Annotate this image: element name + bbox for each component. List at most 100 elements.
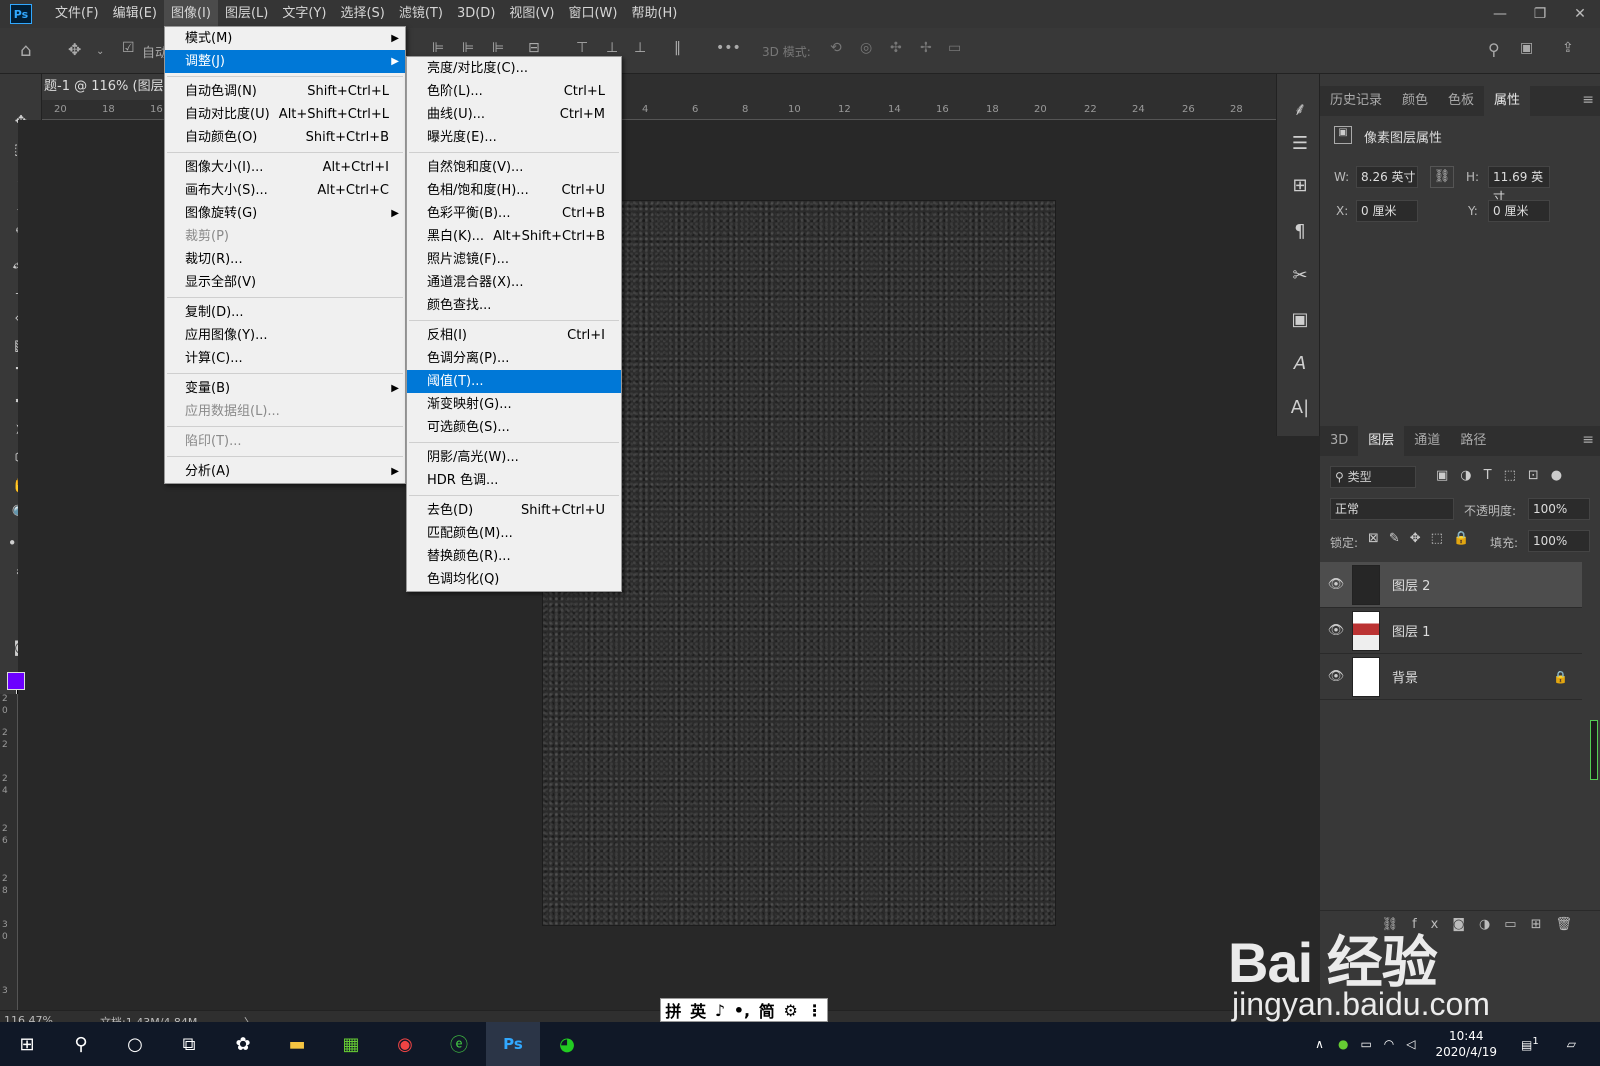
image_menu-item[interactable]: 画布大小(S)... Alt+Ctrl+C [165,179,405,202]
layer-filter-icons[interactable]: ▣◑T⬚⊡● [1436,468,1574,483]
align-top-icon[interactable]: ⊤ [576,40,588,56]
adjust_menu-item[interactable]: 去色(D) Shift+Ctrl+U [407,499,621,522]
search-icon[interactable]: ⚲ [1488,40,1500,59]
image_menu-item[interactable]: 显示全部(V) [165,271,405,294]
adjust_menu-item[interactable]: 色彩平衡(B)... Ctrl+B [407,202,621,225]
3d-camera-icon[interactable]: ▭ [948,40,961,56]
home-icon[interactable]: ⌂ [20,40,31,61]
image_menu-item[interactable]: 计算(C)... [165,347,405,370]
align-middle-icon[interactable]: ⊥ [606,40,618,56]
adjust_menu-item[interactable]: 曲线(U)... Ctrl+M [407,103,621,126]
minimize-button[interactable]: — [1480,0,1520,28]
menu-image[interactable]: 图像(I) [163,0,218,28]
image_menu-item[interactable]: 自动色调(N) Shift+Ctrl+L [165,80,405,103]
layers-footer-icons[interactable]: ⛓fx◙◑▭⊞🗑 [1320,910,1600,940]
volume-icon[interactable]: ◁ [1406,1037,1415,1051]
adjust_menu-item[interactable]: 色相/饱和度(H)... Ctrl+U [407,179,621,202]
distribute-vertical-icon[interactable]: ‖ [674,40,681,56]
3d-pan-icon[interactable]: ✣ [890,40,902,56]
adjust_menu-item[interactable]: 渐变映射(G)... [407,393,621,416]
tray-app-icon[interactable]: ● [1338,1037,1348,1051]
menu-view[interactable]: 视图(V) [502,0,561,28]
foreground-color-swatch[interactable] [7,672,25,690]
y-field[interactable]: 0 厘米 [1488,200,1550,222]
menu-window[interactable]: 窗口(W) [561,0,624,28]
x-field[interactable]: 0 厘米 [1356,200,1418,222]
eye-icon[interactable]: 👁 [1320,669,1352,684]
menu-3d[interactable]: 3D(D) [450,0,502,28]
libraries-icon[interactable]: ⊞ [1287,172,1313,198]
adjust_menu-item[interactable]: 黑白(K)... Alt+Shift+Ctrl+B [407,225,621,248]
auto-select-checkbox[interactable]: ☑ [122,40,135,56]
ime-settings-icon[interactable]: ⚙ [784,1001,798,1020]
image_menu-item[interactable]: 变量(B) ▶ [165,377,405,400]
adjust_menu-item[interactable]: HDR 色调... [407,469,621,492]
tab-color[interactable]: 颜色 [1392,86,1438,116]
image_menu-item[interactable]: 模式(M) ▶ [165,27,405,50]
align-right-icon[interactable]: ⊫ [492,40,504,56]
chrome-icon[interactable]: ◉ [378,1022,432,1066]
adjust_menu-item[interactable]: 自然饱和度(V)... [407,156,621,179]
menu-select[interactable]: 选择(S) [333,0,391,28]
app-game-icon[interactable]: ▦ [324,1022,378,1066]
chevron-down-icon[interactable]: ⌄ [96,46,104,57]
align-center-icon[interactable]: ⊫ [462,40,474,56]
image_menu-item[interactable]: 自动颜色(O) Shift+Ctrl+B [165,126,405,149]
3d-orbit-icon[interactable]: ⟲ [830,40,842,56]
adjust_menu-item[interactable]: 匹配颜色(M)... [407,522,621,545]
ime-more-icon[interactable]: ⋮ [807,1001,823,1020]
menu-filter[interactable]: 滤镜(T) [392,0,450,28]
align-left-icon[interactable]: ⊫ [432,40,444,56]
adjust_menu-item[interactable]: 阴影/高光(W)... [407,446,621,469]
ime-pinyin[interactable]: 拼 [665,998,681,1022]
app-pinwheel-icon[interactable]: ✿ [216,1022,270,1066]
adjust_menu-item[interactable]: 曝光度(E)... [407,126,621,149]
tab-properties[interactable]: 属性 [1484,86,1531,116]
photoshop-taskbar-icon[interactable]: Ps [486,1022,540,1066]
adjust_menu-item[interactable]: 阈值(T)... [407,370,621,393]
ie-browser-icon[interactable]: ⓔ [432,1022,486,1066]
tab-3d[interactable]: 3D [1320,426,1358,456]
file-explorer-icon[interactable]: ▬ [270,1022,324,1066]
layer-row[interactable]: 👁 背景 🔒 [1320,654,1582,700]
notification-icon[interactable]: ▤1 [1521,1036,1539,1052]
adjust_menu-item[interactable]: 照片滤镜(F)... [407,248,621,271]
action-center-icon[interactable]: ▱ [1567,1037,1576,1051]
image_menu-item[interactable]: 分析(A) ▶ [165,460,405,483]
layer-row[interactable]: 👁 图层 2 [1320,562,1582,608]
battery-icon[interactable]: ▭ [1360,1037,1371,1051]
menu-help[interactable]: 帮助(H) [624,0,684,28]
tab-history[interactable]: 历史记录 [1320,86,1392,116]
more-options-icon[interactable]: ••• [716,40,741,56]
lock-icons[interactable]: ⊠✎✥⬚🔒 [1368,531,1479,546]
scrollbar[interactable] [1590,720,1598,780]
share-icon[interactable]: ⇪ [1562,40,1574,56]
ime-simplified[interactable]: 简 [759,998,775,1022]
adjust_menu-item[interactable]: 替换颜色(R)... [407,545,621,568]
distribute-icon[interactable]: ⊟ [528,40,540,56]
menu-edit[interactable]: 编辑(E) [106,0,164,28]
width-field[interactable]: 8.26 英寸 [1356,166,1418,188]
image_menu-item[interactable]: 图像旋转(G) ▶ [165,202,405,225]
3d-roll-icon[interactable]: ◎ [860,40,872,56]
3d-slide-icon[interactable]: ✢ [920,40,932,56]
adjust_menu-item[interactable]: 通道混合器(X)... [407,271,621,294]
adjust_menu-item[interactable]: 反相(I) Ctrl+I [407,324,621,347]
tray-up-icon[interactable]: ∧ [1315,1037,1324,1051]
image_menu-item[interactable]: 调整(J) ▶ [165,50,405,73]
character-style-icon[interactable]: A [1287,350,1313,376]
eye-icon[interactable]: 👁 [1320,623,1352,638]
search-icon[interactable]: ⚲ [54,1022,108,1066]
adjust_menu-item[interactable]: 色阶(L)... Ctrl+L [407,80,621,103]
layer-filter-select[interactable]: ⚲ 类型 [1330,466,1416,488]
cortana-icon[interactable]: ○ [108,1022,162,1066]
align-bottom-icon[interactable]: ⊥ [634,40,646,56]
adjust_menu-item[interactable]: 可选颜色(S)... [407,416,621,439]
adjustments-icon[interactable]: ☰ [1287,130,1313,156]
tab-paths[interactable]: 路径 [1450,426,1496,456]
clone-source-icon[interactable]: ▣ [1287,306,1313,332]
fill-field[interactable]: 100% [1528,530,1590,552]
menu-file[interactable]: 文件(F) [48,0,106,28]
tools-preset-icon[interactable]: ✂ [1287,262,1313,288]
adjust_menu-item[interactable]: 颜色查找... [407,294,621,317]
